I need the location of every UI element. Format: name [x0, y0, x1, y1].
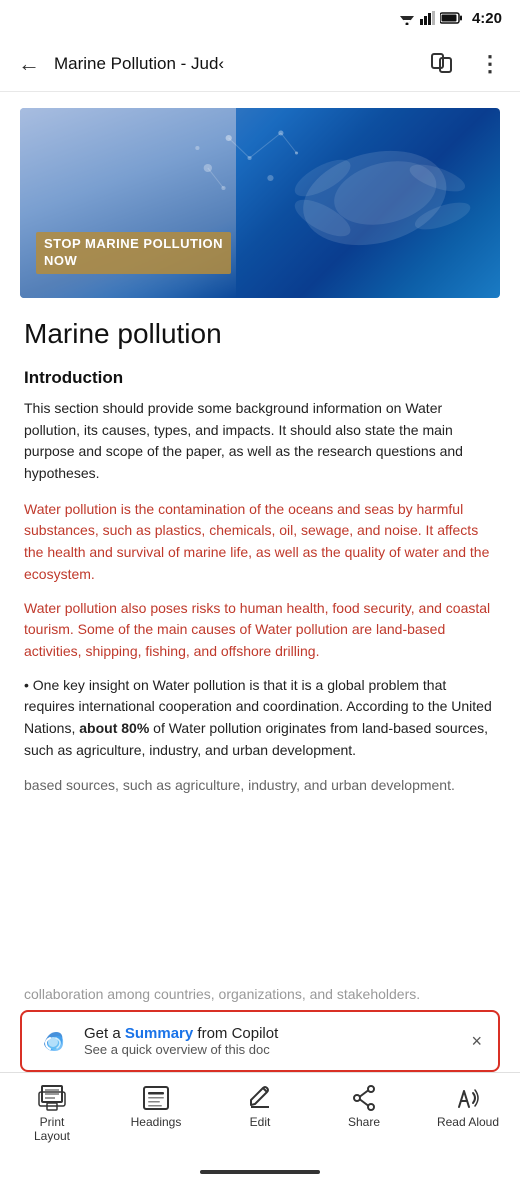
nav-label-headings: Headings [131, 1115, 182, 1129]
hero-caption: STOP MARINE POLLUTION NOW [36, 232, 231, 274]
home-bar [200, 1170, 320, 1174]
battery-icon [440, 12, 462, 24]
edit-icon [247, 1085, 273, 1111]
copilot-text: Get a Summary from Copilot See a quick o… [84, 1025, 455, 1057]
status-time: 4:20 [472, 10, 502, 27]
nav-item-read-aloud[interactable]: Read Aloud [416, 1081, 520, 1133]
status-icons: 4:20 [398, 10, 502, 27]
copilot-banner: Get a Summary from Copilot See a quick o… [20, 1010, 500, 1072]
document-main-title: Marine pollution [24, 318, 496, 350]
bottom-nav: Print Layout Headings Edit Share [0, 1072, 520, 1162]
copilot-summary-link[interactable]: Summary [125, 1025, 193, 1042]
print-layout-icon [38, 1085, 66, 1111]
view-toggle-button[interactable] [425, 47, 465, 81]
top-bar: ← Marine Pollution - Jud‹ ⋮ [0, 36, 520, 92]
signal-icon [420, 11, 436, 25]
more-icon: ⋮ [479, 51, 502, 77]
document-title: Marine Pollution - Jud‹ [54, 54, 417, 74]
share-icon [351, 1085, 377, 1111]
highlight-paragraph-1: Water pollution is the contamination of … [24, 499, 496, 586]
back-button[interactable]: ← [12, 45, 46, 83]
wifi-icon [398, 11, 416, 25]
document-page: STOP MARINE POLLUTION NOW Marine polluti… [0, 92, 520, 1072]
more-button[interactable]: ⋮ [473, 45, 508, 83]
copilot-icon [34, 1022, 72, 1060]
copilot-line1: Get a Summary from Copilot [84, 1025, 455, 1042]
partial-text-top-content: based sources, such as agriculture, indu… [24, 775, 496, 795]
home-indicator [0, 1162, 520, 1182]
hero-image: STOP MARINE POLLUTION NOW [20, 108, 500, 298]
overlay-icon [431, 53, 459, 75]
partial-text-bottom: collaboration among countries, organizat… [0, 984, 520, 1002]
nav-label-share: Share [348, 1115, 380, 1129]
status-bar: 4:20 [0, 0, 520, 36]
partial-text-bottom-content: collaboration among countries, organizat… [24, 984, 496, 1002]
key-insight-paragraph: • One key insight on Water pollution is … [24, 675, 496, 762]
nav-item-edit[interactable]: Edit [208, 1081, 312, 1133]
read-aloud-icon [453, 1085, 483, 1111]
copilot-line2: See a quick overview of this doc [84, 1042, 455, 1057]
copilot-close-button[interactable]: × [467, 1027, 486, 1056]
partial-text-top: based sources, such as agriculture, indu… [0, 775, 520, 795]
section-heading-introduction: Introduction [24, 368, 496, 388]
nav-item-print-layout[interactable]: Print Layout [0, 1081, 104, 1148]
headings-icon [142, 1085, 170, 1111]
document-area: STOP MARINE POLLUTION NOW Marine polluti… [0, 92, 520, 1072]
nav-item-share[interactable]: Share [312, 1081, 416, 1133]
top-actions: ⋮ [425, 45, 508, 83]
intro-paragraph: This section should provide some backgro… [24, 398, 496, 485]
nav-label-print-layout: Print Layout [34, 1115, 70, 1144]
highlight-paragraph-2: Water pollution also poses risks to huma… [24, 598, 496, 663]
nav-label-edit: Edit [250, 1115, 271, 1129]
nav-item-headings[interactable]: Headings [104, 1081, 208, 1133]
document-content: Marine pollution Introduction This secti… [0, 298, 520, 761]
nav-label-read-aloud: Read Aloud [437, 1115, 499, 1129]
